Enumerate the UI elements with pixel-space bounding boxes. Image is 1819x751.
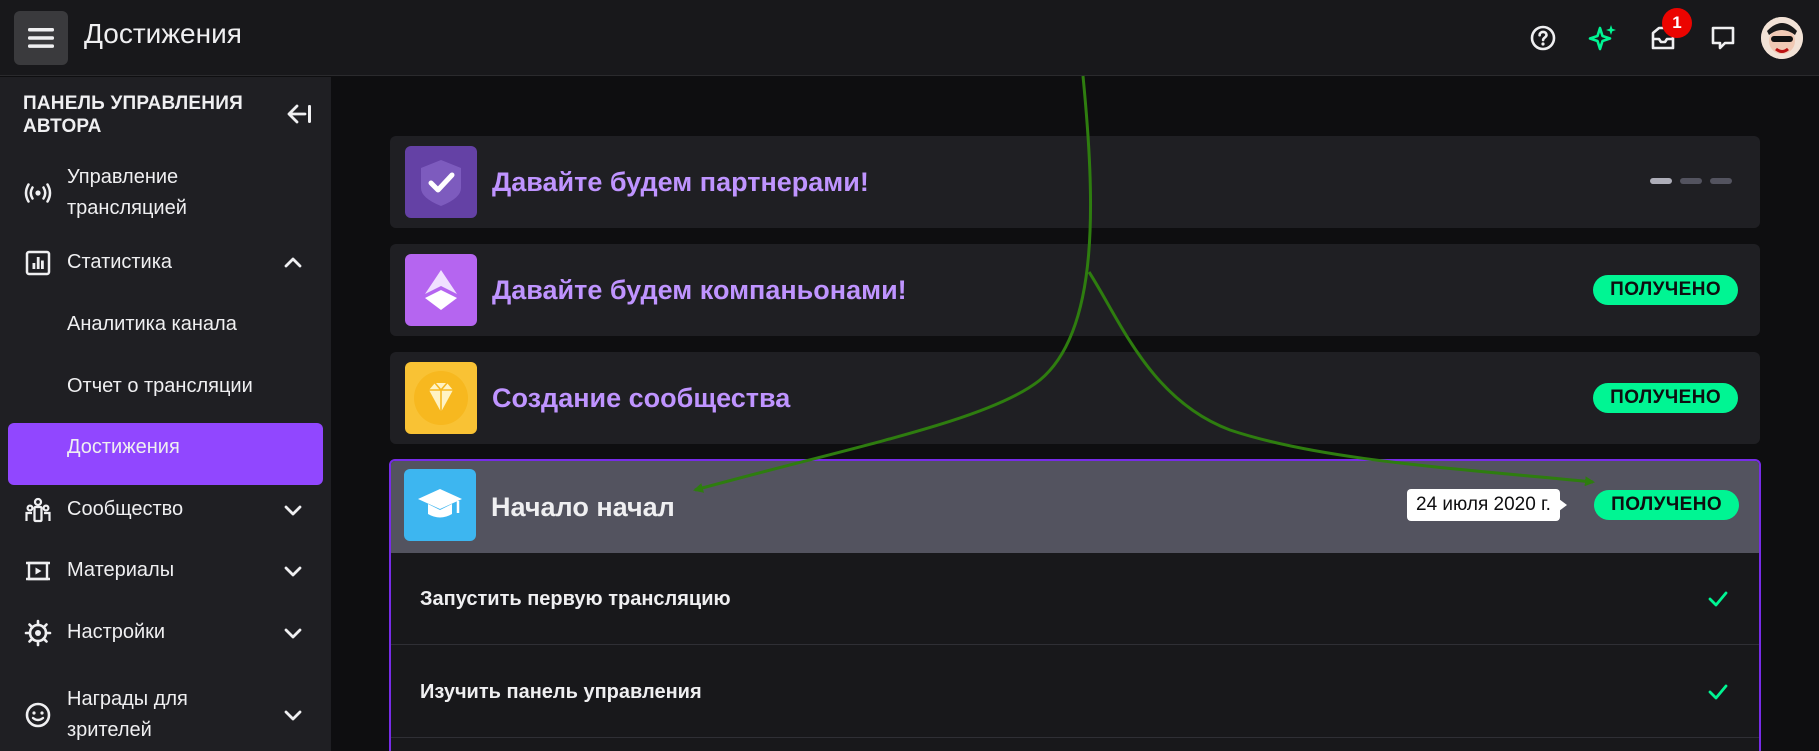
avatar[interactable] [1761,17,1803,59]
broadcast-icon [24,179,52,207]
carousel-dot[interactable] [1680,178,1702,184]
rewards-icon [24,701,52,729]
status-badge: ПОЛУЧЕНО [1594,490,1739,520]
chevron-down-icon [281,559,305,583]
carousel-dot[interactable] [1650,178,1672,184]
sidebar-item-content[interactable]: Материалы [0,548,331,594]
achieved-date-tooltip: 24 июля 2020 г. [1407,489,1567,521]
settings-icon [24,619,52,647]
achievement-card-community[interactable]: Создание сообщества ПОЛУЧЕНО [390,352,1760,444]
sidebar-item-label: Достижения [67,436,180,458]
achievement-title: Создание сообщества [492,383,791,413]
page-title: Достижения [84,18,242,49]
chevron-down-icon [281,498,305,522]
collapse-sidebar-button[interactable] [283,102,313,126]
sidebar-item-viewer-rewards[interactable]: Награды для зрителей [0,684,331,746]
task-row: Запустить первую трансляцию [391,553,1759,645]
sidebar-item-label: Отчет о трансляции [67,375,253,397]
carousel-dots [1650,178,1732,184]
sidebar-item-label: Награды для зрителей [67,688,188,741]
diamond-icon [405,362,477,434]
top-bar: Достижения 1 [0,0,1819,76]
sparkle-button[interactable] [1585,20,1621,56]
collapse-arrow-icon [287,104,311,124]
menu-icon [28,28,54,48]
sidebar-item-label: Статистика [67,251,173,273]
achievement-title: Давайте будем партнерами! [492,167,869,197]
media-icon [24,557,52,585]
sidebar-item-label: Аналитика канала [67,313,237,335]
sidebar-item-stream-summary[interactable]: Отчет о трансляции [0,364,331,410]
sidebar-header: ПАНЕЛЬ УПРАВЛЕНИЯ АВТОРА [23,93,243,137]
help-button[interactable] [1525,20,1561,56]
affiliate-icon [405,254,477,326]
partner-badge-icon [405,146,477,218]
help-icon [1530,25,1556,51]
achievement-card-partner[interactable]: Давайте будем партнерами! [390,136,1760,228]
task-label: Изучить панель управления [420,681,702,703]
chat-icon [1711,26,1735,50]
sidebar-item-settings[interactable]: Настройки [0,610,331,656]
sidebar-item-channel-analytics[interactable]: Аналитика канала [0,302,331,348]
sidebar-item-achievements[interactable]: Достижения [0,425,331,471]
chevron-down-icon [281,621,305,645]
status-badge: ПОЛУЧЕНО [1593,275,1738,305]
achievement-card-affiliate[interactable]: Давайте будем компаньонами! ПОЛУЧЕНО [390,244,1760,336]
sidebar-item-label: Управление трансляцией [67,166,187,219]
sidebar-item-statistics[interactable]: Статистика [0,240,331,286]
status-badge: ПОЛУЧЕНО [1593,383,1738,413]
community-icon [24,496,52,524]
creator-dashboard-sidebar: ПАНЕЛЬ УПРАВЛЕНИЯ АВТОРА Управление тран… [0,77,331,751]
sidebar-item-label: Сообщество [67,498,184,520]
checkmark-icon [1706,680,1730,704]
carousel-dot[interactable] [1710,178,1732,184]
achievement-title: Давайте будем компаньонами! [492,275,907,305]
stats-icon [24,249,52,277]
sidebar-item-stream-manager[interactable]: Управление трансляцией [0,162,331,224]
sidebar-item-label: Настройки [67,621,166,643]
notification-badge: 1 [1662,8,1692,38]
task-row: Изучить панель управления [391,646,1759,738]
achievement-title: Начало начал [491,492,675,522]
sparkle-icon [1588,25,1616,51]
whispers-button[interactable] [1705,20,1741,56]
checkmark-icon [1706,587,1730,611]
graduation-cap-icon [404,469,476,541]
task-label: Запустить первую трансляцию [420,588,731,610]
chevron-up-icon [281,251,305,275]
sidebar-item-community[interactable]: Сообщество [0,487,331,533]
chevron-down-icon [281,703,305,727]
sidebar-item-label: Материалы [67,559,175,581]
menu-button[interactable] [14,11,68,65]
